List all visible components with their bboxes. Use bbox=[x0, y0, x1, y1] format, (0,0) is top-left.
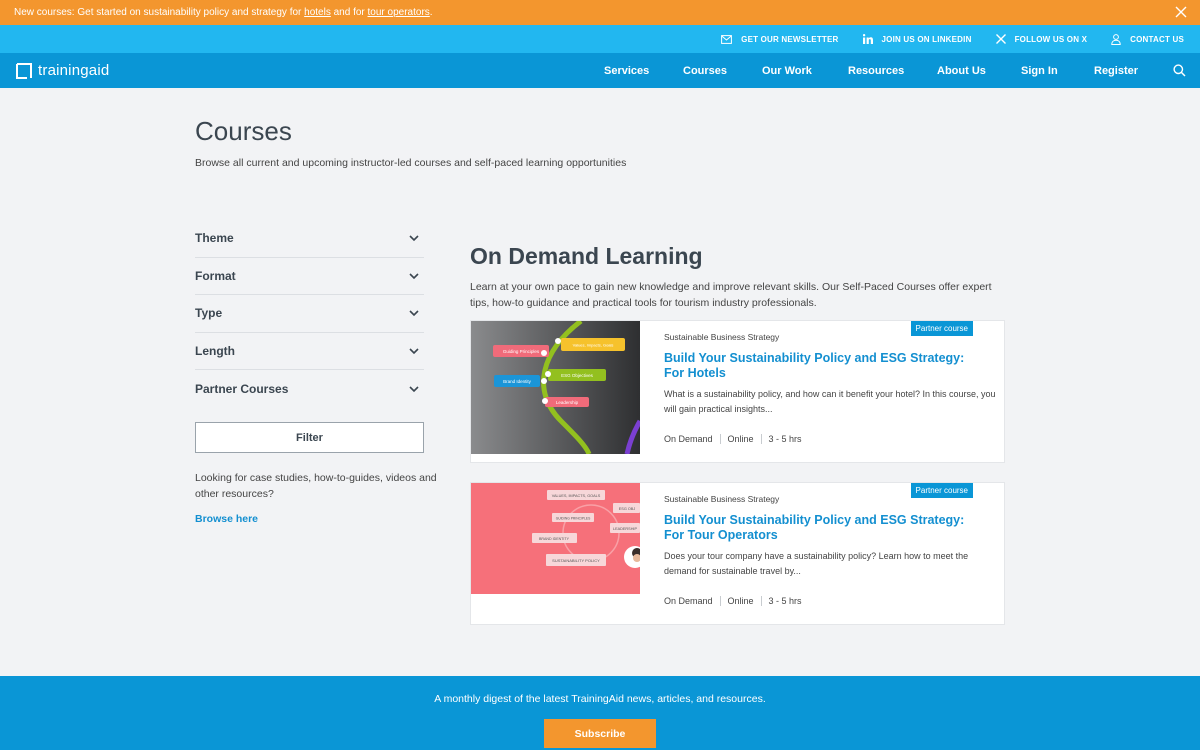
search-icon[interactable] bbox=[1173, 64, 1186, 77]
mind-map-label: BRAND IDENTITY bbox=[539, 537, 570, 541]
mind-map-image: VALUES, IMPACTS, GOALS ESG OBJ GUIDING P… bbox=[471, 483, 640, 594]
filter-label: Partner Courses bbox=[195, 381, 289, 396]
x-link[interactable]: FOLLOW US ON X bbox=[995, 34, 1088, 44]
course-thumbnail: VALUES, IMPACTS, GOALS ESG OBJ GUIDING P… bbox=[471, 483, 640, 594]
page-subtitle: Browse all current and upcoming instruct… bbox=[195, 157, 627, 169]
browse-here-link[interactable]: Browse here bbox=[195, 513, 258, 525]
mind-map-label: Guiding Principles bbox=[503, 349, 540, 354]
mind-map-label: VALUES, IMPACTS, GOALS bbox=[552, 494, 601, 498]
linkedin-icon bbox=[862, 34, 873, 44]
hotels-link[interactable]: hotels bbox=[304, 7, 331, 18]
chevron-down-icon bbox=[409, 273, 419, 279]
mind-map-label: GUIDING PRINCIPLES bbox=[556, 517, 591, 521]
announcement-text: New courses: Get started on sustainabili… bbox=[14, 7, 433, 18]
mind-map-label: Brand Identity bbox=[503, 379, 532, 384]
partner-course-badge: Partner course bbox=[910, 321, 973, 336]
course-card[interactable]: VALUES, IMPACTS, GOALS ESG OBJ GUIDING P… bbox=[470, 482, 1005, 625]
course-format: On Demand bbox=[664, 434, 713, 444]
nav-resources[interactable]: Resources bbox=[848, 65, 904, 77]
course-category: Sustainable Business Strategy bbox=[664, 494, 780, 504]
chevron-down-icon bbox=[409, 386, 419, 392]
mind-map-label: ESG Objectives bbox=[561, 373, 594, 378]
nav-courses[interactable]: Courses bbox=[683, 65, 727, 77]
course-location: Online bbox=[727, 434, 754, 444]
divider bbox=[719, 434, 721, 444]
person-icon bbox=[1111, 33, 1121, 45]
mind-map-label: ESG OBJ bbox=[619, 507, 636, 511]
course-length: 3 - 5 hrs bbox=[768, 596, 802, 606]
course-description: Does your tour company have a sustainabi… bbox=[664, 551, 969, 576]
divider bbox=[760, 596, 762, 606]
filter-panel: Theme Format Type Length Partner Courses bbox=[195, 220, 424, 408]
course-meta: On Demand Online 3 - 5 hrs bbox=[664, 596, 802, 606]
mind-map-label: Leadership bbox=[556, 400, 579, 405]
newsletter-footer: A monthly digest of the latest TrainingA… bbox=[0, 676, 1200, 750]
course-title[interactable]: Build Your Sustainability Policy and ESG… bbox=[664, 513, 984, 543]
mind-map-label: Values, Impacts, Goals bbox=[573, 343, 614, 348]
announcement-bar: New courses: Get started on sustainabili… bbox=[0, 0, 1200, 25]
logo[interactable]: trainingaid bbox=[16, 62, 109, 79]
chevron-down-icon bbox=[409, 348, 419, 354]
filter-length[interactable]: Length bbox=[195, 333, 424, 370]
course-title[interactable]: Build Your Sustainability Policy and ESG… bbox=[664, 351, 984, 381]
contact-link[interactable]: CONTACT US bbox=[1111, 33, 1184, 45]
nav-register[interactable]: Register bbox=[1094, 65, 1138, 77]
course-description: What is a sustainability policy, and how… bbox=[664, 389, 996, 414]
course-format: On Demand bbox=[664, 596, 713, 606]
x-icon bbox=[995, 34, 1006, 44]
newsletter-text: A monthly digest of the latest TrainingA… bbox=[434, 693, 766, 705]
close-icon[interactable] bbox=[1174, 5, 1188, 19]
mind-map-label: LEADERSHIP bbox=[613, 527, 638, 531]
chevron-down-icon bbox=[409, 235, 419, 242]
resources-help-text: Looking for case studies, how-to-guides,… bbox=[195, 472, 437, 500]
nav-our-work[interactable]: Our Work bbox=[762, 65, 812, 77]
filter-theme[interactable]: Theme bbox=[195, 220, 424, 258]
filter-format[interactable]: Format bbox=[195, 258, 424, 295]
page-title: Courses bbox=[195, 116, 292, 146]
filter-label: Type bbox=[195, 306, 223, 321]
section-title: On Demand Learning bbox=[470, 243, 703, 269]
logo-mark-icon bbox=[16, 62, 32, 79]
section-description: Learn at your own pace to gain new knowl… bbox=[470, 281, 992, 309]
mail-icon bbox=[721, 34, 733, 44]
divider bbox=[760, 434, 762, 444]
tour-operators-link[interactable]: tour operators bbox=[368, 7, 430, 18]
linkedin-link[interactable]: JOIN US ON LINKEDIN bbox=[862, 34, 972, 44]
nav-sign-in[interactable]: Sign In bbox=[1021, 65, 1058, 77]
course-meta: On Demand Online 3 - 5 hrs bbox=[664, 434, 802, 444]
newsletter-link[interactable]: GET OUR NEWSLETTER bbox=[721, 35, 838, 44]
filter-label: Length bbox=[195, 343, 235, 358]
course-length: 3 - 5 hrs bbox=[768, 434, 802, 444]
nav-services[interactable]: Services bbox=[604, 65, 649, 77]
nav-about-us[interactable]: About Us bbox=[937, 65, 986, 77]
divider bbox=[719, 596, 721, 606]
filter-partner-courses[interactable]: Partner Courses bbox=[195, 370, 424, 408]
chevron-down-icon bbox=[409, 310, 419, 317]
filter-button[interactable]: Filter bbox=[195, 422, 424, 453]
filter-label: Format bbox=[195, 268, 236, 283]
course-card[interactable]: Guiding Principles Values, Impacts, Goal… bbox=[470, 320, 1005, 463]
main-nav: trainingaid Services Courses Our Work Re… bbox=[0, 53, 1200, 88]
course-location: Online bbox=[727, 596, 754, 606]
filter-label: Theme bbox=[195, 231, 234, 246]
filter-type[interactable]: Type bbox=[195, 295, 424, 333]
subscribe-button[interactable]: Subscribe bbox=[544, 719, 656, 748]
utility-bar: GET OUR NEWSLETTER JOIN US ON LINKEDIN F… bbox=[0, 25, 1200, 53]
partner-course-badge: Partner course bbox=[910, 483, 973, 498]
mind-map-image: Guiding Principles Values, Impacts, Goal… bbox=[471, 321, 640, 454]
mind-map-label: SUSTAINABILITY POLICY bbox=[552, 558, 600, 563]
course-category: Sustainable Business Strategy bbox=[664, 332, 780, 342]
course-thumbnail: Guiding Principles Values, Impacts, Goal… bbox=[471, 321, 640, 454]
